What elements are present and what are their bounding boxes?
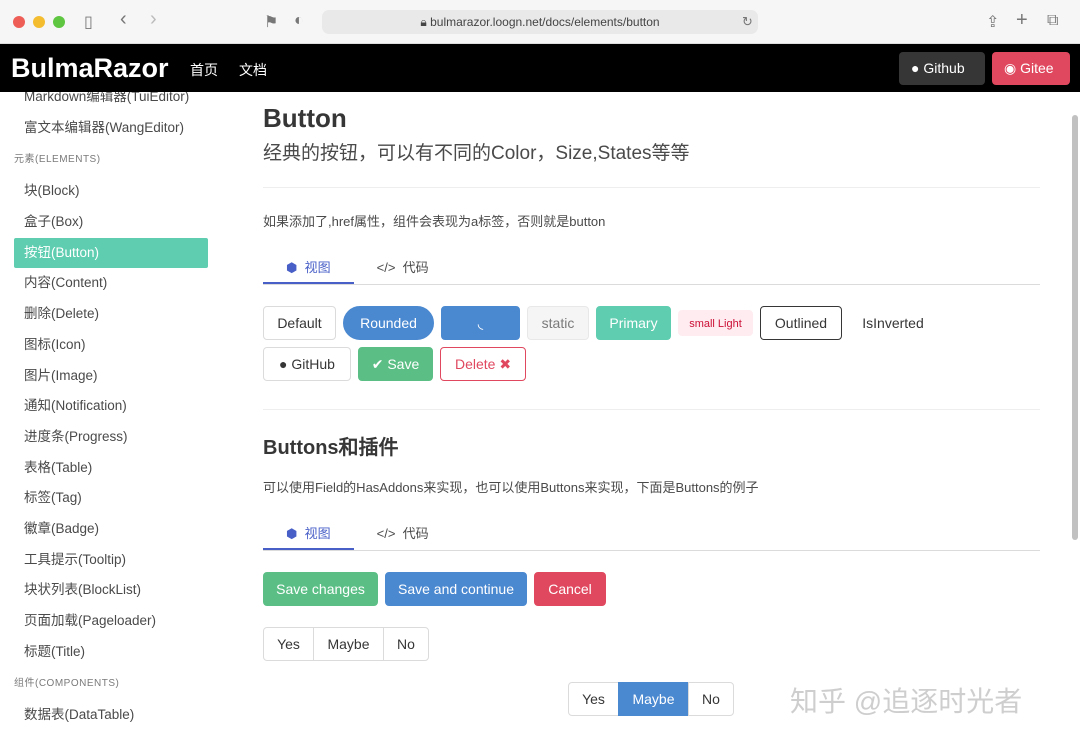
tab-view[interactable]: ⬢ 视图	[263, 518, 354, 550]
scrollbar[interactable]	[1072, 115, 1078, 540]
brand-logo[interactable]: BulmaRazor	[11, 53, 169, 84]
page-title: Button	[263, 103, 1040, 134]
tab-code[interactable]: </> 代码	[354, 518, 452, 550]
shield-icon[interactable]: ◐	[294, 12, 304, 30]
tab-view[interactable]: ⬢ 视图	[263, 252, 354, 284]
tabs-1: ⬢ 视图 </> 代码	[263, 252, 1040, 285]
sidebar-item[interactable]: 工具提示(Tooltip)	[14, 545, 208, 576]
back-icon[interactable]: ‹	[120, 8, 127, 31]
code-icon: </>	[377, 260, 396, 275]
github-icon: ●	[279, 356, 287, 372]
centered-yes-button[interactable]: Yes	[568, 682, 619, 716]
addon-maybe-button[interactable]: Maybe	[313, 627, 384, 661]
static-button: static	[527, 306, 589, 340]
navbar: BulmaRazor 首页 文档 ● Github ◉ Gitee	[0, 44, 1080, 92]
extension-icon[interactable]: ⚑	[264, 12, 278, 32]
delete-button[interactable]: Delete ✖	[440, 347, 526, 381]
close-window-button[interactable]	[13, 16, 25, 28]
section-description: 可以使用Field的HasAddons来实现，也可以使用Buttons来实现，下…	[263, 477, 1040, 496]
gitee-label: Gitee	[1020, 60, 1053, 76]
delete-label: Delete	[455, 356, 495, 372]
save-button[interactable]: ✔ Save	[358, 347, 433, 381]
nav-docs[interactable]: 文档	[239, 60, 267, 80]
close-icon: ✖	[499, 356, 511, 372]
sidebar-item[interactable]: 块状列表(BlockList)	[14, 575, 208, 606]
sidebar-item-datatable[interactable]: 数据表(DataTable)	[14, 700, 208, 731]
loading-button[interactable]: ◟	[441, 306, 520, 340]
sidebar-section-components: 组件(COMPONENTS)	[0, 667, 222, 700]
sidebar-item[interactable]: 图片(Image)	[14, 361, 208, 392]
outlined-button[interactable]: Outlined	[760, 306, 842, 340]
watermark: 知乎 @追逐时光者	[790, 680, 1022, 720]
sidebar-item[interactable]: 标题(Title)	[14, 637, 208, 668]
main-content: Button 经典的按钮，可以有不同的Color，Size,States等等 如…	[263, 92, 1040, 751]
rounded-button[interactable]: Rounded	[343, 306, 434, 340]
cube-icon: ⬢	[286, 526, 297, 541]
button-demo: Default Rounded ◟ static Primary small L…	[263, 285, 1040, 400]
sidebar-item[interactable]: 标签(Tag)	[14, 483, 208, 514]
cube-icon: ⬢	[286, 260, 297, 275]
sidebar-item[interactable]: 徽章(Badge)	[14, 514, 208, 545]
addon-no-button[interactable]: No	[383, 627, 429, 661]
save-label: Save	[387, 356, 419, 372]
save-continue-button[interactable]: Save and continue	[385, 572, 527, 606]
save-changes-button[interactable]: Save changes	[263, 572, 378, 606]
sidebar-item-wangeditor[interactable]: 富文本编辑器(WangEditor)	[14, 113, 208, 144]
tabs-2: ⬢ 视图 </> 代码	[263, 518, 1040, 551]
minimize-window-button[interactable]	[33, 16, 45, 28]
github-icon: ●	[911, 60, 919, 76]
new-tab-icon[interactable]: +	[1016, 9, 1028, 32]
sidebar-item[interactable]: 块(Block)	[14, 176, 208, 207]
tab-view-label: 视图	[305, 526, 331, 541]
sidebar: Markdown编辑器(TuiEditor) 富文本编辑器(WangEditor…	[0, 92, 222, 742]
check-icon: ✔	[372, 356, 384, 372]
section-title: Buttons和插件	[263, 431, 1040, 460]
page-subtitle: 经典的按钮，可以有不同的Color，Size,States等等	[263, 138, 1040, 165]
github-label: Github	[923, 60, 964, 76]
url-text: bulmarazor.loogn.net/docs/elements/butto…	[430, 15, 659, 29]
inverted-button[interactable]: IsInverted	[849, 306, 937, 340]
github-button[interactable]: ● Github	[899, 52, 985, 85]
addon-yes-button[interactable]: Yes	[263, 627, 314, 661]
github-demo-label: GitHub	[291, 356, 335, 372]
tab-view-label: 视图	[305, 260, 331, 275]
maximize-window-button[interactable]	[53, 16, 65, 28]
buttons-addons-demo: Save changes Save and continue Cancel Ye…	[263, 551, 1040, 751]
sidebar-item[interactable]: 表格(Table)	[14, 453, 208, 484]
github-demo-button[interactable]: ● GitHub	[263, 347, 351, 381]
sidebar-item[interactable]: 通知(Notification)	[14, 391, 208, 422]
sidebar-item[interactable]: 删除(Delete)	[14, 299, 208, 330]
address-bar[interactable]: 🔒︎ bulmarazor.loogn.net/docs/elements/bu…	[322, 10, 758, 34]
sidebar-section-elements: 元素(ELEMENTS)	[0, 143, 222, 176]
sidebar-item[interactable]: 页面加载(Pageloader)	[14, 606, 208, 637]
cancel-button[interactable]: Cancel	[534, 572, 606, 606]
tab-code-label: 代码	[403, 260, 429, 275]
sidebar-toggle-icon[interactable]: ▯	[84, 12, 93, 32]
tabs-overview-icon[interactable]: ⧉	[1047, 12, 1058, 30]
sidebar-item-tuieditor[interactable]: Markdown编辑器(TuiEditor)	[14, 92, 208, 113]
centered-maybe-button[interactable]: Maybe	[618, 682, 689, 716]
sidebar-item[interactable]: 盒子(Box)	[14, 207, 208, 238]
lock-icon: 🔒︎	[420, 15, 430, 29]
sidebar-item[interactable]: 内容(Content)	[14, 268, 208, 299]
sidebar-item[interactable]: 图标(Icon)	[14, 330, 208, 361]
code-icon: </>	[377, 526, 396, 541]
forward-icon[interactable]: ›	[150, 8, 157, 31]
gitee-icon: ◉	[1004, 60, 1016, 76]
spinner-icon: ◟	[478, 315, 483, 331]
centered-no-button[interactable]: No	[688, 682, 734, 716]
tab-code[interactable]: </> 代码	[354, 252, 452, 284]
tab-code-label: 代码	[403, 526, 429, 541]
small-light-button[interactable]: small Light	[678, 310, 753, 336]
description: 如果添加了,href属性，组件会表现为a标签，否则就是button	[263, 211, 1040, 230]
reload-icon[interactable]: ↻	[742, 14, 753, 30]
browser-toolbar: ▯ ‹ › ⚑ ◐ 🔒︎ bulmarazor.loogn.net/docs/e…	[0, 0, 1080, 44]
sidebar-item[interactable]: 进度条(Progress)	[14, 422, 208, 453]
sidebar-item[interactable]: 按钮(Button)	[14, 238, 208, 269]
nav-home[interactable]: 首页	[190, 60, 218, 80]
gitee-button[interactable]: ◉ Gitee	[992, 52, 1070, 85]
share-icon[interactable]: ⇪	[986, 12, 999, 32]
primary-button[interactable]: Primary	[596, 306, 671, 340]
default-button[interactable]: Default	[263, 306, 336, 340]
